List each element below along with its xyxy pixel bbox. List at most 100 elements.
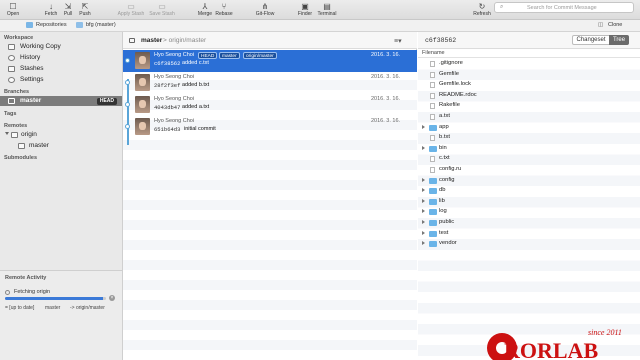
chevron-right-icon[interactable] xyxy=(422,230,425,235)
breadcrumb: Repositories bfg (master) ◫ Clone xyxy=(0,20,640,32)
folder-icon xyxy=(429,124,437,131)
file-name: .gitignore xyxy=(439,60,463,66)
chevron-right-icon[interactable] xyxy=(422,220,425,224)
rebase-button[interactable]: ⑂ Rebase xyxy=(211,2,237,19)
file-row[interactable]: Gemfile.lock xyxy=(418,80,640,90)
folder-icon xyxy=(429,241,437,248)
rorlab-logo: RORLAB since 2011 xyxy=(487,328,622,360)
breadcrumb-repo[interactable]: bfg (master) xyxy=(86,22,116,28)
file-icon xyxy=(430,103,435,110)
file-row[interactable]: Gemfile xyxy=(418,70,640,80)
commit-date: 2016. 3. 16. xyxy=(371,74,401,80)
sidebar-item-working-copy[interactable]: Working Copy xyxy=(0,42,122,52)
commit-row[interactable]: Hyo Seong Choi 4043db47 added a.txt 2016… xyxy=(123,94,417,116)
file-row[interactable]: c.txt xyxy=(418,154,640,164)
activity-detail-status: = [up to date] xyxy=(5,305,35,311)
sidebar-item-stashes[interactable]: Stashes xyxy=(0,64,122,74)
push-button[interactable]: ⇱ Push xyxy=(72,2,98,19)
clone-button[interactable]: Clone xyxy=(608,22,622,28)
folder-row[interactable]: public xyxy=(418,218,640,228)
repo-icon xyxy=(76,22,83,28)
file-row[interactable]: .gitignore xyxy=(418,59,640,69)
current-branch[interactable]: master xyxy=(141,37,162,44)
commit-row[interactable]: Hyo Seong Choi 651b64d3 initial commit 2… xyxy=(123,116,417,138)
filename-column-header[interactable]: Filename xyxy=(418,49,640,58)
folder-row[interactable]: app xyxy=(418,123,640,133)
commit-hash: 28f2f3ef xyxy=(154,82,181,89)
sidebar-item-label: Working Copy xyxy=(20,43,61,50)
open-icon: ☐ xyxy=(9,2,17,11)
save-stash-button[interactable]: ▭ Save Stash xyxy=(147,2,177,19)
folder-row[interactable]: bin xyxy=(418,144,640,154)
folder-row[interactable]: config xyxy=(418,176,640,186)
file-name: Rakefile xyxy=(439,102,460,109)
file-name: vendor xyxy=(439,240,457,247)
file-icon xyxy=(430,114,435,120)
chevron-right-icon[interactable] xyxy=(422,188,425,193)
sidebar-item-remote-master[interactable]: master xyxy=(0,141,122,151)
file-list: .gitignore Gemfile Gemfile.lock README.rdoc… xyxy=(418,59,640,360)
terminal-label: Terminal xyxy=(317,11,337,17)
tree-tab[interactable]: Tree xyxy=(609,35,629,45)
chevron-right-icon[interactable] xyxy=(422,198,425,203)
push-label: Push xyxy=(79,11,91,17)
chevron-right-icon[interactable] xyxy=(422,124,425,129)
sidebar-item-settings[interactable]: Settings xyxy=(0,75,122,85)
sidebar-item-remote-origin[interactable]: origin xyxy=(0,130,122,140)
file-panel-header: c6f38562 Changeset Tree xyxy=(418,32,640,49)
file-icon xyxy=(430,167,435,173)
file-row[interactable]: config.ru xyxy=(418,165,640,175)
git-flow-icon: ⋔ xyxy=(261,2,269,11)
file-tree-panel: c6f38562 Changeset Tree Filename .gitign… xyxy=(418,32,640,360)
file-row[interactable]: Rakefile xyxy=(418,101,640,111)
close-icon[interactable]: × xyxy=(109,295,115,301)
file-row[interactable]: b.txt xyxy=(418,133,640,143)
commit-author: Hyo Seong Choi xyxy=(154,96,195,102)
chevron-right-icon[interactable] xyxy=(422,241,425,246)
folder-row[interactable]: db xyxy=(418,186,640,196)
file-row[interactable]: README.rdoc xyxy=(418,91,640,101)
tags-heading: Tags xyxy=(4,111,17,117)
graph-node xyxy=(125,58,130,63)
remote-activity-title: Remote Activity xyxy=(5,275,47,281)
file-name: config.ru xyxy=(439,166,462,172)
save-stash-label: Save Stash xyxy=(149,11,175,17)
open-button[interactable]: ☐ Open xyxy=(0,2,26,19)
folder-row[interactable]: lib xyxy=(418,197,640,207)
commit-search-input[interactable]: ⌕ Search for Commit Message xyxy=(494,2,634,13)
chevron-right-icon[interactable] xyxy=(422,145,425,150)
folder-row[interactable]: log xyxy=(418,207,640,217)
branches-heading: Branches xyxy=(4,89,30,95)
commit-message: added b.txt xyxy=(182,82,210,88)
chevron-right-icon[interactable] xyxy=(422,177,425,182)
refresh-button[interactable]: ↻ Refresh xyxy=(469,2,495,19)
changeset-tab[interactable]: Changeset xyxy=(572,35,610,45)
terminal-button[interactable]: ▤ Terminal xyxy=(314,2,340,19)
chevron-right-icon[interactable] xyxy=(422,209,425,214)
apply-stash-icon: ▭ xyxy=(127,2,135,11)
commit-row[interactable]: Hyo Seong Choi HEAD master origin/master… xyxy=(123,50,417,72)
folder-icon xyxy=(429,198,437,205)
breadcrumb-repositories[interactable]: Repositories xyxy=(36,22,67,28)
commit-row[interactable]: Hyo Seong Choi 28f2f3ef added b.txt 2016… xyxy=(123,72,417,94)
sidebar-item-branch-master[interactable]: master HEAD xyxy=(0,96,122,106)
sidebar-item-history[interactable]: History xyxy=(0,53,122,63)
chevron-down-icon[interactable] xyxy=(5,132,9,135)
menu-icon[interactable]: ≡▾ xyxy=(394,37,402,45)
commit-date: 2016. 3. 16. xyxy=(371,52,401,58)
folder-row[interactable]: vendor xyxy=(418,239,640,249)
folder-row[interactable]: test xyxy=(418,229,640,239)
search-icon: ⌕ xyxy=(500,4,504,10)
file-icon xyxy=(430,61,435,67)
graph-node xyxy=(125,124,130,129)
push-icon: ⇱ xyxy=(81,2,89,11)
apply-stash-button[interactable]: ▭ Apply Stash xyxy=(115,2,147,19)
commit-list-header: master > origin/master ≡▾ xyxy=(123,32,417,49)
file-row[interactable]: a.txt xyxy=(418,112,640,122)
sidebar: Workspace Working Copy History Stashes S… xyxy=(0,32,123,360)
file-name: test xyxy=(439,229,449,236)
folder-icon xyxy=(429,230,437,237)
git-flow-button[interactable]: ⋔ Git-Flow xyxy=(252,2,278,19)
tracking-branch: > origin/master xyxy=(163,37,207,44)
file-name: README.rdoc xyxy=(439,91,477,98)
